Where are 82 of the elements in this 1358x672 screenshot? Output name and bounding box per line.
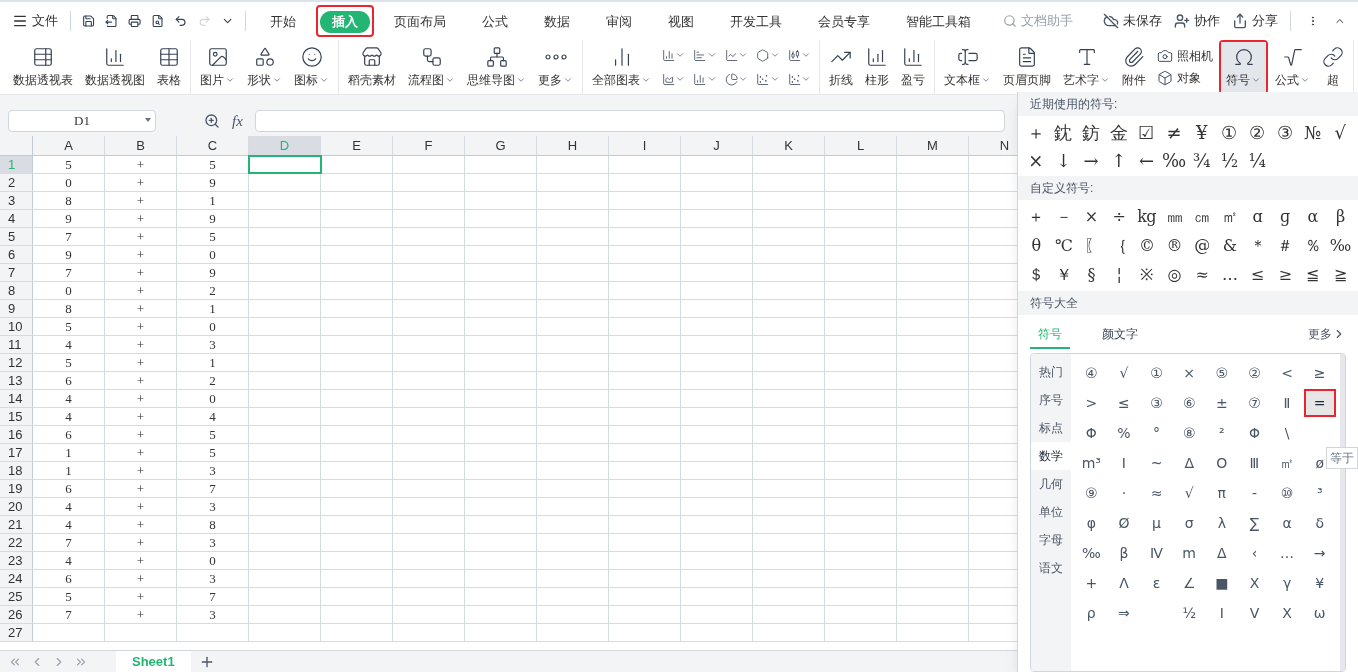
table-cell: 1 xyxy=(177,354,249,371)
table-cell: + xyxy=(105,210,177,227)
table-cell: + xyxy=(105,354,177,371)
table-cell: 6 xyxy=(33,570,105,587)
table-cell: + xyxy=(105,300,177,317)
table-cell: + xyxy=(105,480,177,497)
table-cell: 4 xyxy=(33,498,105,515)
table-cell: + xyxy=(105,534,177,551)
table-cell: 8 xyxy=(177,516,249,533)
table-cell: 5 xyxy=(177,228,249,245)
table-cell: 1 xyxy=(177,300,249,317)
table-cell: 7 xyxy=(33,534,105,551)
table-cell: 2 xyxy=(177,372,249,389)
table-cell: 4 xyxy=(33,408,105,425)
table-cell: 9 xyxy=(33,210,105,227)
table-cell: + xyxy=(105,516,177,533)
table-cell: 5 xyxy=(33,588,105,605)
table-cell: 6 xyxy=(33,426,105,443)
table-cell: 4 xyxy=(33,390,105,407)
table-cell: + xyxy=(105,498,177,515)
table-cell: 8 xyxy=(33,300,105,317)
table-cell: 5 xyxy=(33,318,105,335)
table-cell: 3 xyxy=(177,534,249,551)
table-cell: + xyxy=(105,570,177,587)
table-cell: 9 xyxy=(177,210,249,227)
table-cell: + xyxy=(105,372,177,389)
table-cell: 0 xyxy=(177,246,249,263)
table-cell: + xyxy=(105,552,177,569)
table-cell: + xyxy=(105,390,177,407)
table-cell: + xyxy=(105,282,177,299)
table-cell: 9 xyxy=(177,174,249,191)
table-cell: + xyxy=(105,264,177,281)
table-cell: 7 xyxy=(33,606,105,623)
table-cell: 7 xyxy=(177,480,249,497)
table-cell: 6 xyxy=(33,480,105,497)
table-cell: 0 xyxy=(33,282,105,299)
table-cell: 0 xyxy=(177,318,249,335)
table-cell: 4 xyxy=(33,552,105,569)
tooltip: 等于 xyxy=(1326,447,1358,469)
table-cell: 4 xyxy=(33,516,105,533)
table-cell: 2 xyxy=(177,282,249,299)
table-cell: 1 xyxy=(177,192,249,209)
section-title: 符号大全 xyxy=(1018,291,1358,315)
table-cell: + xyxy=(105,318,177,335)
table-cell: + xyxy=(105,588,177,605)
table-cell: + xyxy=(105,228,177,245)
table-cell: + xyxy=(105,156,177,173)
table-cell: + xyxy=(105,336,177,353)
table-cell: 7 xyxy=(33,264,105,281)
table-cell: + xyxy=(105,462,177,479)
table-cell: 4 xyxy=(177,408,249,425)
table-cell: 5 xyxy=(177,426,249,443)
table-cell: 7 xyxy=(177,588,249,605)
table-cell: + xyxy=(105,192,177,209)
table-cell: 1 xyxy=(33,444,105,461)
table-cell: 3 xyxy=(177,462,249,479)
table-cell: 0 xyxy=(177,390,249,407)
table-cell: + xyxy=(105,246,177,263)
table-cell: 9 xyxy=(33,246,105,263)
table-cell: + xyxy=(105,408,177,425)
table-cell: 0 xyxy=(177,552,249,569)
table-cell: 3 xyxy=(177,606,249,623)
table-cell: 3 xyxy=(177,498,249,515)
table-cell: + xyxy=(105,606,177,623)
table-cell: 5 xyxy=(177,444,249,461)
table-cell: 3 xyxy=(177,336,249,353)
table-cell: 1 xyxy=(33,462,105,479)
table-cell: 4 xyxy=(33,336,105,353)
table-cell: 0 xyxy=(33,174,105,191)
table-cell: 5 xyxy=(33,354,105,371)
table-cell: 8 xyxy=(33,192,105,209)
table-cell: + xyxy=(105,444,177,461)
section-title: 近期使用的符号: xyxy=(1018,92,1358,116)
table-cell: 3 xyxy=(177,570,249,587)
table-cell: 7 xyxy=(33,228,105,245)
table-cell: + xyxy=(105,426,177,443)
table-cell: 9 xyxy=(177,264,249,281)
section-title: 自定义符号: xyxy=(1018,176,1358,200)
table-cell: 6 xyxy=(33,372,105,389)
table-cell: + xyxy=(105,174,177,191)
table-cell: 5 xyxy=(177,156,249,173)
table-cell: 5 xyxy=(33,156,105,173)
